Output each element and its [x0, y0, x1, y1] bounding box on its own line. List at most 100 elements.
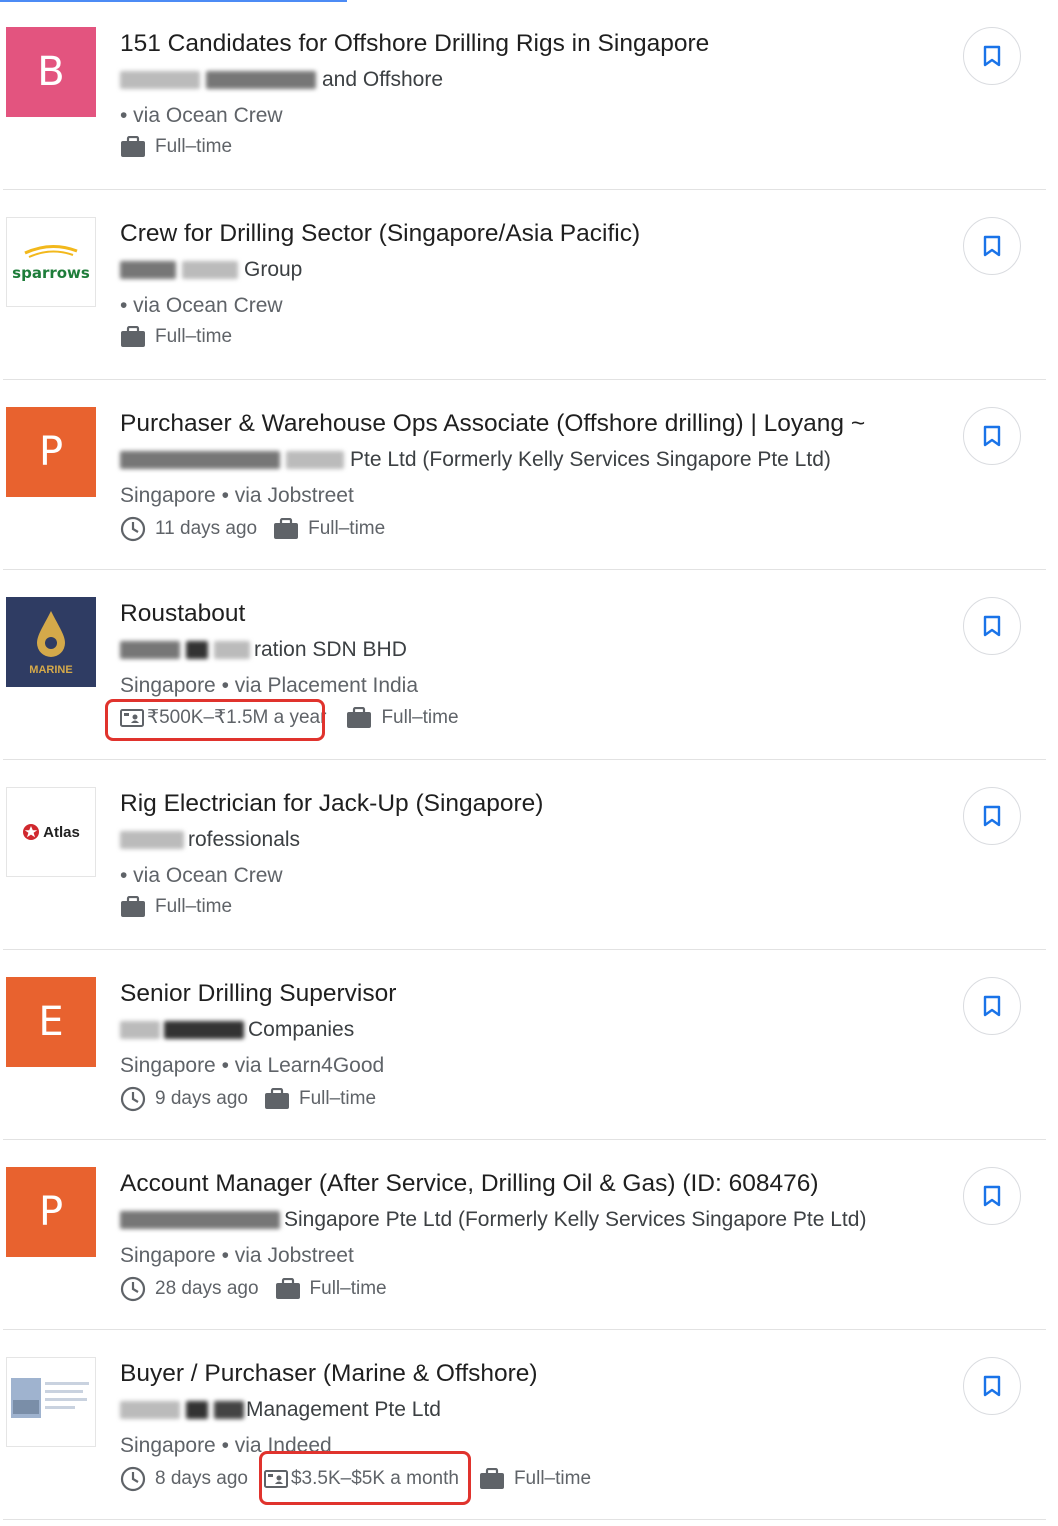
company-name-visible: rofessionals [188, 828, 301, 851]
company-logo: P [6, 407, 96, 497]
job-meta: 9 days ago Full–time [120, 1086, 392, 1112]
redacted-text [120, 1401, 180, 1420]
job-source: • via Ocean Crew [120, 294, 283, 317]
job-card[interactable]: B 151 Candidates for Offshore Drilling R… [3, 0, 1046, 190]
job-type: Full–time [273, 518, 385, 540]
company-name: Group [120, 258, 302, 282]
company-name: Management Pte Ltd [120, 1398, 441, 1422]
save-job-button[interactable] [963, 407, 1021, 465]
job-source: Singapore • via Learn4Good [120, 1054, 385, 1077]
save-job-button[interactable] [963, 597, 1021, 655]
company-name: Companies [120, 1018, 354, 1042]
redacted-text [164, 1021, 244, 1040]
company-name-visible: Singapore Pte Ltd (Formerly Kelly Servic… [284, 1208, 867, 1231]
job-title[interactable]: Account Manager (After Service, Drilling… [120, 1170, 819, 1198]
job-source: • via Ocean Crew [120, 864, 283, 887]
redacted-text [214, 1401, 244, 1420]
job-source: Singapore • via Placement India [120, 674, 419, 697]
posted-date: 28 days ago [120, 1276, 259, 1302]
job-card[interactable]: sparrows Crew for Drilling Sector (Singa… [3, 190, 1046, 380]
job-meta: Full–time [120, 326, 248, 348]
clock-icon [120, 1276, 146, 1302]
job-title[interactable]: Roustabout [120, 600, 245, 628]
company-name: Pte Ltd (Formerly Kelly Services Singapo… [120, 448, 831, 472]
job-meta: 11 days ago Full–time [120, 516, 401, 542]
save-job-button[interactable] [963, 217, 1021, 275]
job-title[interactable]: Crew for Drilling Sector (Singapore/Asia… [120, 220, 640, 248]
posted-date: 11 days ago [120, 516, 257, 542]
job-source: • via Ocean Crew [120, 104, 283, 127]
redacted-text [120, 261, 176, 280]
job-type: Full–time [264, 1088, 376, 1110]
bookmark-icon [983, 425, 1001, 447]
save-job-button[interactable] [963, 1167, 1021, 1225]
clock-icon [120, 1466, 146, 1492]
company-name-visible: ration SDN BHD [254, 638, 407, 661]
redacted-text [120, 641, 180, 660]
job-type: Full–time [479, 1468, 591, 1490]
job-card[interactable]: MARINE Roustabout ration SDN BHD Singapo… [3, 570, 1046, 760]
job-card[interactable]: P Account Manager (After Service, Drilli… [3, 1140, 1046, 1330]
job-title[interactable]: Rig Electrician for Jack-Up (Singapore) [120, 790, 543, 818]
job-type: Full–time [120, 326, 232, 348]
company-name-visible: Group [244, 258, 303, 281]
job-title[interactable]: Buyer / Purchaser (Marine & Offshore) [120, 1360, 538, 1388]
bookmark-icon [983, 1375, 1001, 1397]
redacted-text [182, 261, 238, 280]
bookmark-icon [983, 235, 1001, 257]
company-logo: E [6, 977, 96, 1067]
company-name: and Offshore [120, 68, 443, 92]
job-type: Full–time [275, 1278, 387, 1300]
briefcase-icon [479, 1468, 504, 1489]
job-meta: 28 days ago Full–time [120, 1276, 403, 1302]
posted-date: 8 days ago [120, 1466, 248, 1492]
save-job-button[interactable] [963, 787, 1021, 845]
briefcase-icon [347, 706, 372, 728]
redacted-text [186, 1401, 208, 1420]
save-job-button[interactable] [963, 1357, 1021, 1415]
company-name: Singapore Pte Ltd (Formerly Kelly Servic… [120, 1208, 866, 1232]
bookmark-icon [983, 1185, 1001, 1207]
company-logo [6, 1357, 96, 1447]
salary-highlight [105, 699, 325, 741]
job-source: Singapore • via Jobstreet [120, 484, 354, 507]
job-title[interactable]: 151 Candidates for Offshore Drilling Rig… [120, 30, 709, 58]
job-meta: Full–time [120, 136, 248, 158]
job-title[interactable]: Purchaser & Warehouse Ops Associate (Off… [120, 410, 865, 438]
save-job-button[interactable] [963, 977, 1021, 1035]
bookmark-icon [983, 995, 1001, 1017]
briefcase-icon [121, 136, 145, 157]
redacted-text [120, 1211, 280, 1230]
clock-icon [120, 516, 146, 542]
company-logo: MARINE [6, 597, 96, 687]
job-type: Full–time [120, 896, 232, 918]
job-card[interactable]: P Purchaser & Warehouse Ops Associate (O… [3, 380, 1046, 570]
job-source: Singapore • via Jobstreet [120, 1244, 354, 1267]
company-name: ration SDN BHD [120, 638, 407, 662]
redacted-text [286, 451, 344, 470]
job-type: Full–time [346, 706, 459, 729]
company-name: rofessionals [120, 828, 300, 852]
redacted-text [120, 831, 184, 850]
company-name-visible: and Offshore [322, 68, 444, 91]
company-logo: sparrows [6, 217, 96, 307]
job-card[interactable]: Buyer / Purchaser (Marine & Offshore) Ma… [3, 1330, 1046, 1520]
redacted-text [120, 451, 280, 470]
job-title[interactable]: Senior Drilling Supervisor [120, 980, 396, 1008]
salary-highlight [259, 1451, 471, 1505]
job-card[interactable]: Atlas Rig Electrician for Jack-Up (Singa… [3, 760, 1046, 950]
company-name-visible: Pte Ltd (Formerly Kelly Services Singapo… [350, 448, 831, 471]
bookmark-icon [983, 45, 1001, 67]
job-results-list: B 151 Candidates for Offshore Drilling R… [0, 0, 1058, 1520]
posted-date: 9 days ago [120, 1086, 248, 1112]
briefcase-icon [121, 326, 145, 347]
redacted-text [186, 641, 208, 660]
job-card[interactable]: E Senior Drilling Supervisor Companies S… [3, 950, 1046, 1140]
save-job-button[interactable] [963, 27, 1021, 85]
company-logo: Atlas [6, 787, 96, 877]
company-name-visible: Companies [248, 1018, 355, 1041]
briefcase-icon [275, 1278, 300, 1299]
clock-icon [120, 1086, 146, 1112]
redacted-text [206, 71, 316, 90]
briefcase-icon [121, 896, 145, 917]
